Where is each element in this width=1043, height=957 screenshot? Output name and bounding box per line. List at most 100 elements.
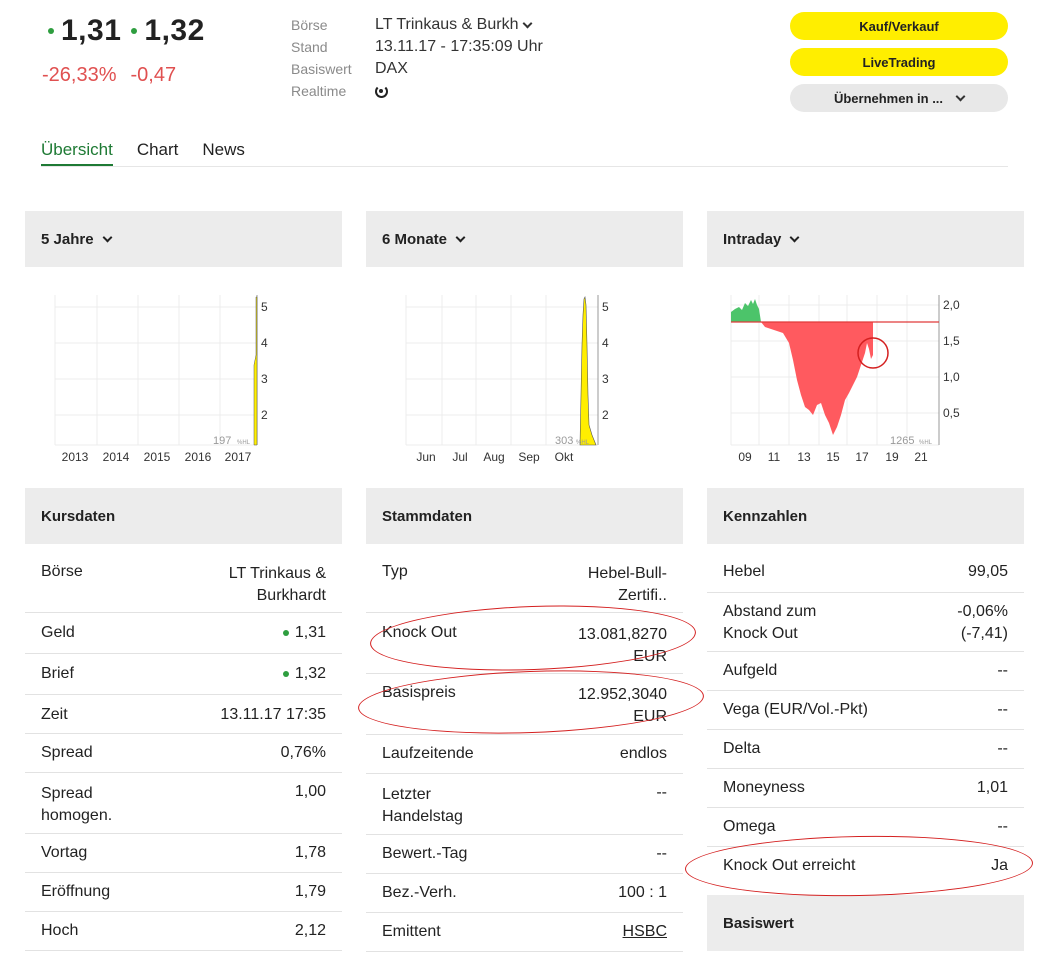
table-row: Moneyness 1,01 — [707, 769, 1024, 808]
table-row: Spread 0,76% — [25, 734, 342, 773]
table-row: Bewert.-Tag -- — [366, 835, 683, 874]
x-tick: 2016 — [185, 450, 212, 464]
y-tick: 0,5 — [943, 406, 960, 420]
uebernehmen-button[interactable]: Übernehmen in ... — [790, 84, 1008, 112]
row-label: Laufzeitende — [382, 745, 474, 762]
tab-news[interactable]: News — [202, 140, 245, 166]
row-value: -- — [997, 701, 1008, 718]
x-tick: 19 — [885, 450, 899, 464]
kauf-verkauf-button[interactable]: Kauf/Verkauf — [790, 12, 1008, 40]
boerse-value: LT Trinkaus & Burkh — [375, 16, 519, 33]
period-select-intraday[interactable]: Intraday — [707, 211, 1024, 267]
table-row: Zeit 13.11.17 17:35 — [25, 695, 342, 734]
row-label: Hebel — [723, 563, 765, 580]
period-label: 5 Jahre — [41, 230, 94, 248]
chevron-down-icon — [955, 91, 966, 101]
row-value: 0,76% — [280, 744, 326, 761]
x-tick: Jun — [416, 450, 435, 464]
row-label: Typ — [382, 563, 408, 580]
chart-watermark: 1265 — [890, 435, 914, 447]
kennzahlen-table: Hebel 99,05 Abstand zum Knock Out -0,06%… — [707, 554, 1024, 887]
period-label: 6 Monate — [382, 230, 448, 248]
row-label: Moneyness — [723, 779, 805, 796]
row-value: 99,05 — [967, 563, 1008, 580]
row-label: Vortag — [41, 844, 88, 861]
table-row: Aufgeld -- — [707, 652, 1024, 691]
stand-label: Stand — [291, 39, 328, 55]
x-tick: 2017 — [225, 450, 252, 464]
realtime-label: Realtime — [291, 83, 347, 99]
basiswert-header: Basiswert — [707, 895, 1024, 951]
x-tick: 15 — [826, 450, 840, 464]
row-value: -- — [656, 784, 667, 801]
intraday-up-area — [731, 299, 761, 322]
row-label: Delta — [723, 740, 761, 757]
row-value: 1,00 — [294, 783, 326, 800]
chevron-down-icon — [523, 18, 533, 28]
row-label: Geld — [41, 624, 75, 641]
boerse-select[interactable]: LT Trinkaus & Burkh — [375, 16, 533, 34]
period-select-6m[interactable]: 6 Monate — [366, 211, 683, 267]
table-row: Laufzeitende endlos — [366, 735, 683, 774]
y-tick: 4 — [261, 336, 268, 350]
table-row: Vortag 1,78 — [25, 834, 342, 873]
quote-meta: Börse LT Trinkaus & Burkh Stand 13.11.17… — [291, 14, 543, 102]
row-label: Basispreis — [382, 684, 456, 701]
row-label: Zeit — [41, 706, 68, 723]
table-row: Geld 1,31 — [25, 613, 342, 654]
bid-value: 1,31 — [61, 14, 122, 47]
table-row: Letzter Handelstag -- — [366, 774, 683, 835]
refresh-icon[interactable] — [375, 84, 388, 98]
row-value: 12.952,3040 EUR — [578, 686, 667, 725]
chart-watermark: 303 — [555, 435, 573, 447]
chart-5-years[interactable]: 5 4 3 2 197 %HL 2013 2014 2015 2016 2017 — [25, 285, 342, 470]
up-dot-icon — [131, 28, 138, 34]
tab-chart[interactable]: Chart — [137, 140, 179, 166]
chart-watermark: 197 — [213, 435, 231, 447]
row-label: Vega (EUR/Vol.-Pkt) — [723, 701, 868, 718]
price-display: 1,31 1,32 — [48, 14, 215, 48]
row-label: Omega — [723, 818, 776, 835]
row-value: -- — [656, 845, 667, 862]
boerse-label: Börse — [291, 17, 328, 33]
uebernehmen-label: Übernehmen in ... — [833, 90, 944, 106]
table-row: Basispreis 12.952,3040 EUR — [366, 674, 683, 735]
x-tick: 2014 — [103, 450, 130, 464]
period-select-5y[interactable]: 5 Jahre — [25, 211, 342, 267]
quote-header: 1,31 1,32 -26,33% -0,47 Börse LT Trinkau… — [0, 0, 1043, 167]
chart-watermark-suffix: %HL — [576, 440, 590, 446]
y-tick: 4 — [602, 336, 609, 350]
table-row: Vega (EUR/Vol.-Pkt) -- — [707, 691, 1024, 730]
x-tick: 11 — [768, 450, 781, 464]
livetrading-button[interactable]: LiveTrading — [790, 48, 1008, 76]
chart-intraday[interactable]: 2,0 1,5 1,0 0,5 1265 %HL 09 11 13 15 17 … — [707, 285, 1024, 470]
kennzahlen-header: Kennzahlen — [707, 488, 1024, 544]
row-label: Börse — [41, 563, 83, 580]
x-tick: Aug — [483, 450, 504, 464]
x-tick: 2015 — [144, 450, 171, 464]
table-row: Knock Out erreicht Ja — [707, 847, 1024, 887]
table-row: Börse LT Trinkaus & Burkhardt — [25, 554, 342, 613]
row-value: Hebel-Bull-Zertifi.. — [587, 565, 667, 604]
emittent-link[interactable]: HSBC — [623, 923, 667, 941]
up-dot-icon — [48, 28, 54, 34]
y-tick: 2,0 — [943, 298, 960, 312]
y-tick: 3 — [602, 372, 609, 386]
chart-6-months[interactable]: 5 4 3 2 303 %HL Jun Jul Aug Sep Okt — [366, 285, 683, 470]
row-label: Bewert.-Tag — [382, 845, 468, 862]
row-value: 1,31 — [282, 624, 326, 642]
tab-uebersicht[interactable]: Übersicht — [41, 140, 113, 166]
row-label: Spread — [41, 744, 93, 761]
row-value: -- — [997, 740, 1008, 757]
row-value: -- — [997, 818, 1008, 835]
x-tick: 2013 — [62, 450, 89, 464]
row-label: Knock Out erreicht — [723, 857, 856, 874]
row-label: Letzter Handelstag — [382, 786, 463, 825]
stand-value: 13.11.17 - 17:35:09 Uhr — [375, 38, 543, 55]
y-tick: 5 — [602, 300, 609, 314]
y-tick: 2 — [261, 408, 268, 422]
chevron-down-icon — [102, 232, 112, 242]
y-tick: 5 — [261, 300, 268, 314]
row-label: Emittent — [382, 923, 441, 940]
ask-price: 1,32 — [131, 14, 204, 48]
